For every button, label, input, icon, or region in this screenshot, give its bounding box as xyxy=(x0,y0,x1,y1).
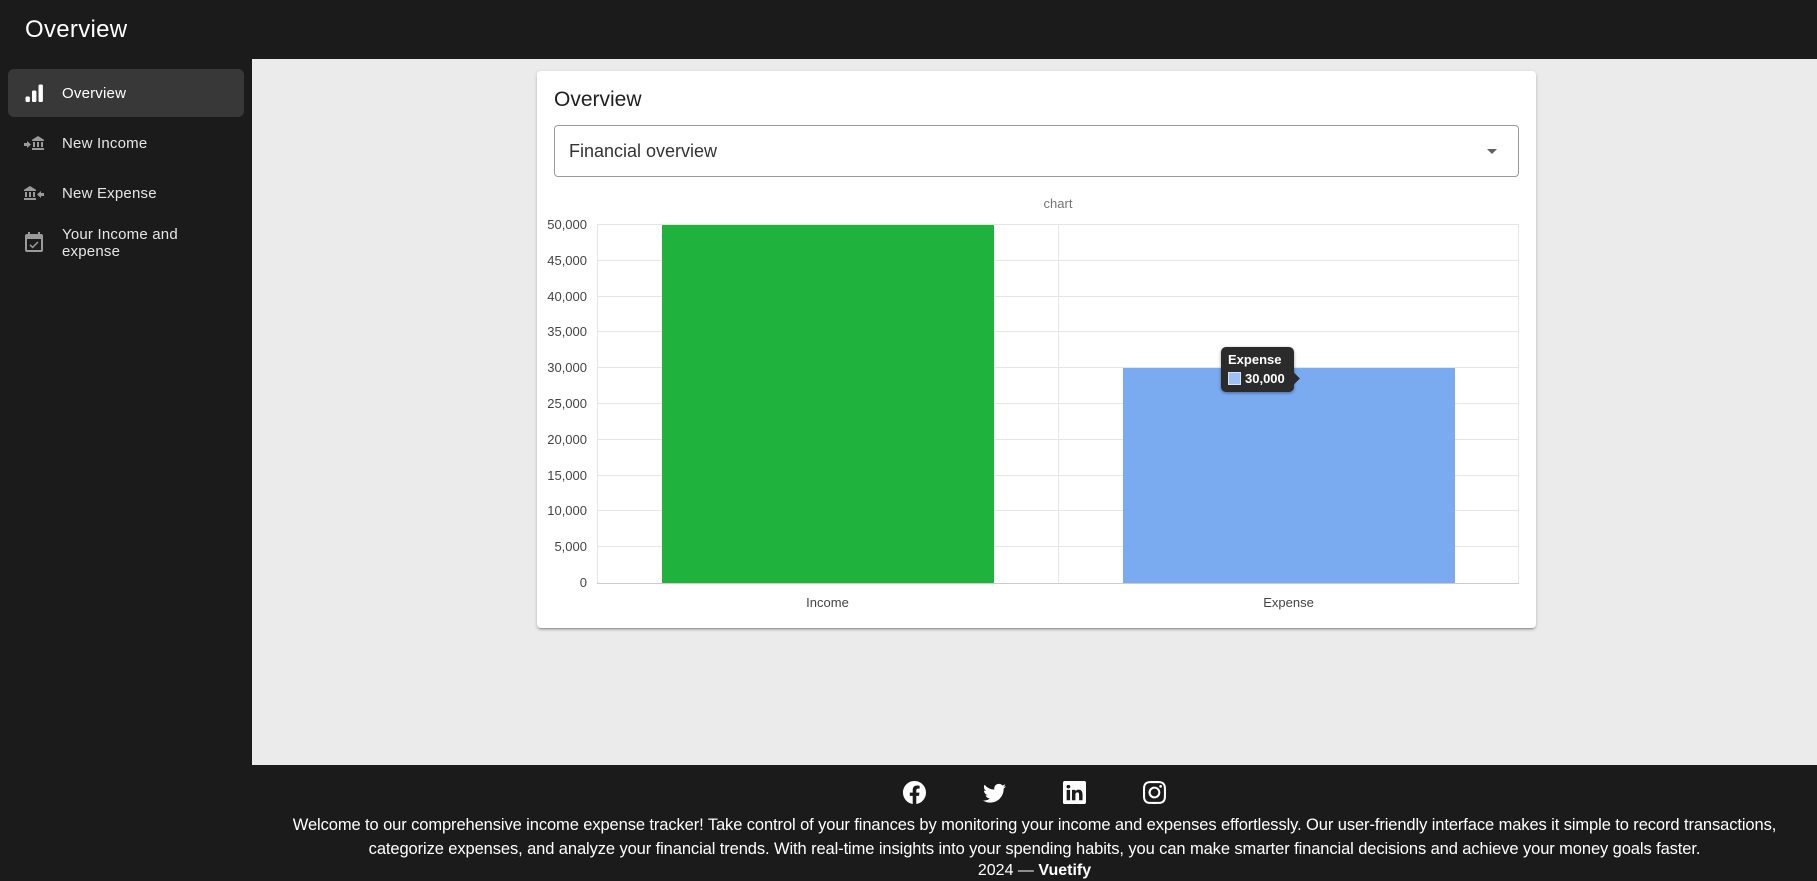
page-title: Overview xyxy=(25,16,127,44)
twitter-icon[interactable] xyxy=(983,781,1006,804)
sidebar-item-your-income-and-expense[interactable]: Your Income and expense xyxy=(8,219,244,267)
tooltip-category: Expense xyxy=(1228,352,1285,367)
facebook-icon[interactable] xyxy=(903,781,926,804)
bar-expense[interactable] xyxy=(1123,368,1455,583)
social-icons-row xyxy=(252,765,1817,804)
y-axis-tick-label: 25,000 xyxy=(521,397,587,411)
y-axis-tick-label: 45,000 xyxy=(521,254,587,268)
bank-transfer-in-icon xyxy=(22,131,46,155)
app-bar: Overview xyxy=(0,0,1817,59)
footer-copyright: 2024 — Vuetify xyxy=(252,862,1817,880)
chart-vertical-gridline xyxy=(597,225,598,583)
chevron-down-icon xyxy=(1480,139,1504,163)
copyright-year: 2024 xyxy=(978,862,1014,879)
tooltip-series-swatch xyxy=(1228,372,1241,385)
navigation-drawer: Overview New Income New Expense Your Income… xyxy=(0,59,252,881)
sidebar-item-label: Your Income and expense xyxy=(62,226,230,260)
footer-description: Welcome to our comprehensive income expe… xyxy=(255,813,1815,861)
financial-overview-select[interactable]: Financial overview xyxy=(554,125,1519,177)
y-axis-tick-label: 15,000 xyxy=(521,469,587,483)
sidebar-item-overview[interactable]: Overview xyxy=(8,69,244,117)
overview-card: Overview Financial overview chart 05,000… xyxy=(537,71,1536,628)
chart-vertical-gridline xyxy=(1058,225,1059,583)
y-axis-tick-label: 40,000 xyxy=(521,290,587,304)
chart-tooltip: Expense 30,000 xyxy=(1221,347,1294,392)
card-title: Overview xyxy=(554,88,642,112)
linkedin-icon[interactable] xyxy=(1063,781,1086,804)
bar-chart: 05,00010,00015,00020,00025,00030,00035,0… xyxy=(597,225,1519,583)
sidebar-item-label: New Expense xyxy=(62,185,157,202)
bar-income[interactable] xyxy=(662,225,994,583)
sidebar-item-label: Overview xyxy=(62,85,126,102)
y-axis-tick-label: 30,000 xyxy=(521,361,587,375)
brand-name: Vuetify xyxy=(1038,862,1091,879)
chart-vertical-gridline xyxy=(1518,225,1519,583)
chart-gridline xyxy=(597,583,1519,584)
calendar-check-icon xyxy=(22,231,46,255)
y-axis-tick-label: 35,000 xyxy=(521,325,587,339)
instagram-icon[interactable] xyxy=(1143,781,1166,804)
y-axis-tick-label: 50,000 xyxy=(521,218,587,232)
sidebar-item-new-expense[interactable]: New Expense xyxy=(8,169,244,217)
copyright-separator: — xyxy=(1018,862,1034,879)
y-axis-tick-label: 5,000 xyxy=(521,540,587,554)
bank-transfer-out-icon xyxy=(22,181,46,205)
y-axis-tick-label: 0 xyxy=(521,576,587,590)
sidebar-item-label: New Income xyxy=(62,135,147,152)
select-value: Financial overview xyxy=(569,141,1480,162)
y-axis-tick-label: 20,000 xyxy=(521,433,587,447)
x-axis-category-label: Expense xyxy=(1058,595,1519,610)
tooltip-value: 30,000 xyxy=(1245,371,1285,386)
bar-chart-icon xyxy=(22,81,46,105)
sidebar-item-new-income[interactable]: New Income xyxy=(8,119,244,167)
x-axis-category-label: Income xyxy=(597,595,1058,610)
footer: Welcome to our comprehensive income expe… xyxy=(252,765,1817,881)
chart-title: chart xyxy=(597,196,1519,211)
main-content: Overview Financial overview chart 05,000… xyxy=(252,59,1817,765)
y-axis-tick-label: 10,000 xyxy=(521,504,587,518)
